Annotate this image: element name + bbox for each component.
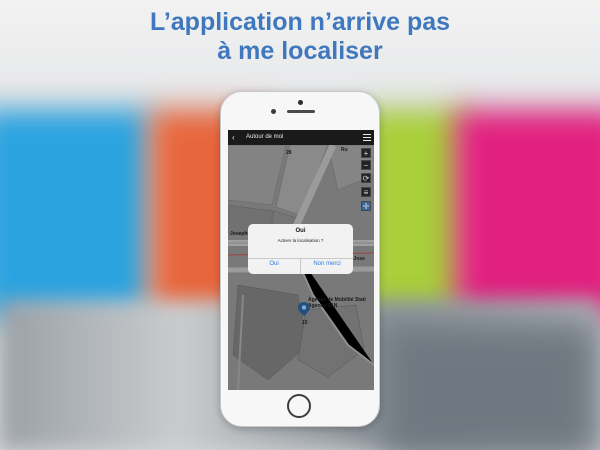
phone-sensor [298,100,303,105]
home-button[interactable] [287,394,311,418]
headline-line-2: à me localiser [217,37,383,65]
phone-speaker [287,110,315,113]
accept-button[interactable]: Oui [248,261,300,267]
location-permission-dialog: Oui Activer la localisation ? Oui Non me… [248,224,353,274]
decline-button[interactable]: Non merci [301,261,353,267]
app-title: Autour de moi [246,134,284,140]
hamburger-menu-icon[interactable] [363,134,371,141]
phone-mockup: ‹ Autour de moi 28 Ru Joseph le Bar sl J… [220,91,380,427]
headline-line-1: L’application n’arrive pas [149,8,451,36]
dialog-title: Oui [295,228,306,234]
dialog-message: Activer la localisation ? [277,238,324,243]
chevron-left-icon[interactable]: ‹ [232,130,235,145]
app-navbar: ‹ Autour de moi [228,130,374,145]
phone-camera [271,109,276,114]
phone-screen: ‹ Autour de moi 28 Ru Joseph le Bar sl J… [228,130,374,390]
headline: L’application n’arrive pas à me localise… [0,8,600,66]
